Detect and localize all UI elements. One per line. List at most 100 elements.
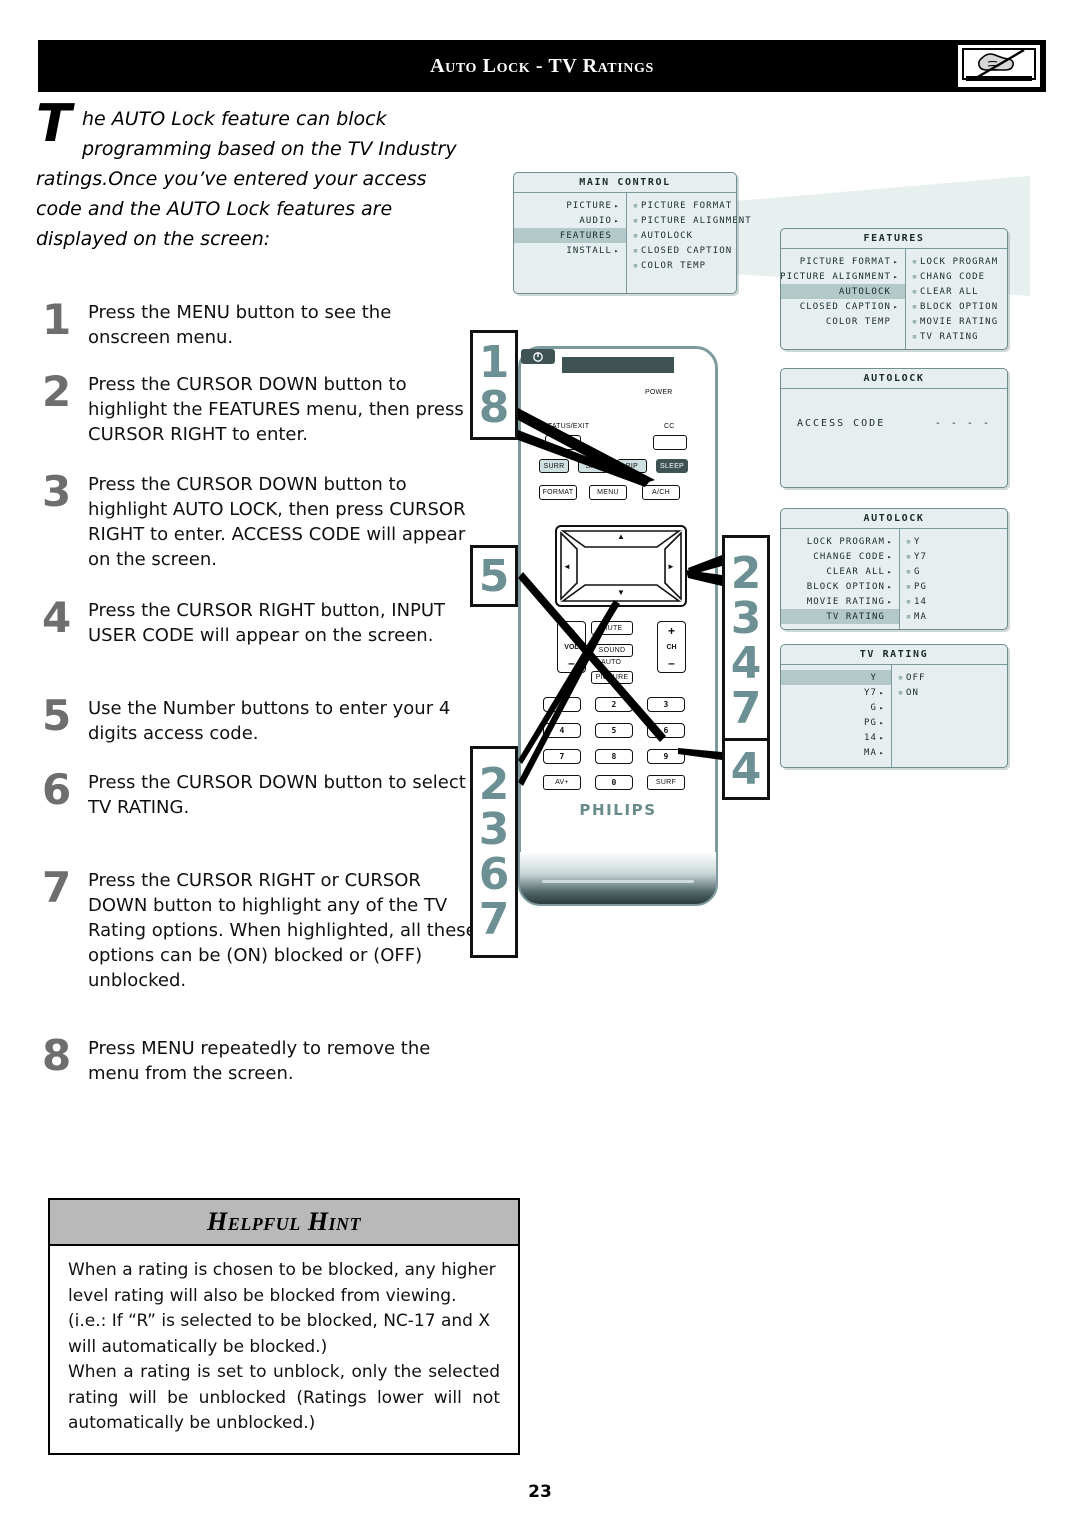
rating-option-y[interactable]: ▪ Y: [900, 534, 1007, 549]
keypad-6[interactable]: 6: [647, 723, 685, 738]
submenu-item-chang-code[interactable]: ▪ CHANG CODE: [906, 269, 1007, 284]
menu-item-change-code[interactable]: CHANGE CODE ▸: [781, 549, 899, 564]
block-option-off[interactable]: ▪ OFF: [892, 670, 1007, 685]
menu-item-install[interactable]: INSTALL ▸: [514, 243, 626, 258]
submenu-item-autolock[interactable]: ▪ AUTOLOCK: [627, 228, 756, 243]
submenu-item-movie-rating[interactable]: ▪ MOVIE RATING: [906, 314, 1007, 329]
submenu-item-lock-program[interactable]: ▪ LOCK PROGRAM: [906, 254, 1007, 269]
picture-button[interactable]: PICTURE: [591, 671, 633, 684]
menu-item-audio[interactable]: AUDIO ▸: [514, 213, 626, 228]
chevron-right-icon: ▸: [893, 302, 899, 311]
step-7-text: Press the CURSOR RIGHT or CURSOR DOWN bu…: [88, 870, 477, 991]
sleep-button[interactable]: SLEEP: [656, 459, 688, 473]
volume-plus[interactable]: +: [568, 624, 575, 638]
surr-button[interactable]: SURR: [539, 459, 569, 473]
channel-rocker[interactable]: + CH –: [657, 621, 686, 673]
rating-option-pg[interactable]: ▪ PG: [900, 579, 1007, 594]
bullet-icon: ▪: [911, 286, 919, 297]
osd-features: FEATURES PICTURE FORMAT ▸ PICTURE ALIGNME…: [780, 228, 1008, 350]
page-number: 23: [528, 1482, 552, 1502]
menu-button[interactable]: MENU: [589, 485, 627, 500]
surf-button[interactable]: SURF: [647, 775, 685, 790]
rating-option-g[interactable]: ▪ G: [900, 564, 1007, 579]
menu-item-features[interactable]: FEATURES: [514, 228, 626, 243]
step-2-number: 2: [42, 367, 72, 416]
menu-item-picture-alignment[interactable]: PICTURE ALIGNMENT ▸: [780, 269, 905, 284]
keypad-4[interactable]: 4: [543, 723, 581, 738]
sap-button[interactable]: SAP: [578, 459, 608, 473]
volume-minus[interactable]: –: [568, 656, 575, 670]
rating-option-14[interactable]: ▪ 14: [900, 594, 1007, 609]
volume-rocker[interactable]: + VOL –: [557, 621, 586, 673]
auto-label: AUTO: [601, 659, 622, 666]
mute-button[interactable]: MUTE: [591, 621, 633, 635]
keypad-9[interactable]: 9: [647, 749, 685, 764]
submenu-item-clear-all[interactable]: ▪ CLEAR ALL: [906, 284, 1007, 299]
keypad-3[interactable]: 3: [647, 697, 685, 712]
cursor-down-icon[interactable]: ▼: [617, 589, 625, 597]
cc-button[interactable]: [653, 435, 687, 450]
osd-autolock: AUTOLOCK LOCK PROGRAM ▸ CHANGE CODE ▸ CLEA…: [780, 508, 1008, 630]
menu-item-color-temp[interactable]: COLOR TEMP: [781, 314, 905, 329]
channel-plus[interactable]: +: [668, 624, 675, 638]
osd-main-control-right-column: ▪ PICTURE FORMAT ▪ PICTURE ALIGNMENT ▪ AUTO…: [626, 193, 756, 293]
tv-rating-item-14[interactable]: 14 ▸: [781, 730, 891, 745]
submenu-item-block-option[interactable]: ▪ BLOCK OPTION: [906, 299, 1007, 314]
submenu-item-closed-caption[interactable]: ▪ CLOSED CAPTION: [627, 243, 756, 258]
submenu-item-color-temp[interactable]: ▪ COLOR TEMP: [627, 258, 756, 273]
keypad-8[interactable]: 8: [595, 749, 633, 764]
cursor-dpad[interactable]: ▲ ▼ ◄ ►: [555, 525, 687, 607]
menu-item-tv-rating[interactable]: TV RATING: [781, 609, 899, 624]
a-ch-button[interactable]: A/CH: [642, 485, 680, 500]
rating-option-y7[interactable]: ▪ Y7: [900, 549, 1007, 564]
submenu-item-tv-rating[interactable]: ▪ TV RATING: [906, 329, 1007, 344]
keypad-1[interactable]: 1: [543, 697, 581, 712]
av-plus-button[interactable]: AV+: [543, 775, 581, 790]
keypad-5[interactable]: 5: [595, 723, 633, 738]
callout-number: 3: [730, 593, 762, 644]
menu-item-lock-program[interactable]: LOCK PROGRAM ▸: [781, 534, 899, 549]
sound-button[interactable]: SOUND: [591, 644, 633, 657]
menu-item-autolock[interactable]: AUTOLOCK: [781, 284, 905, 299]
keypad-2[interactable]: 2: [595, 697, 633, 712]
tv-rating-item-g[interactable]: G ▸: [781, 700, 891, 715]
cursor-left-icon[interactable]: ◄: [563, 563, 571, 571]
format-button[interactable]: FORMAT: [539, 485, 577, 500]
menu-item-picture[interactable]: PICTURE ▸: [514, 198, 626, 213]
step-8-number: 8: [42, 1031, 72, 1080]
intro-rest: ratings.Once you’ve entered your access …: [36, 168, 427, 250]
osd-tv-rating-right-column: ▪ OFF ▪ ON: [891, 665, 1007, 767]
tv-rating-item-ma[interactable]: MA ▸: [781, 745, 891, 760]
submenu-item-picture-alignment[interactable]: ▪ PICTURE ALIGNMENT: [627, 213, 756, 228]
step-7-number: 7: [42, 863, 72, 912]
step-3-number: 3: [42, 467, 72, 516]
status-exit-button[interactable]: [545, 435, 581, 450]
cc-label: CC: [664, 423, 675, 430]
pip-button[interactable]: PIP: [617, 459, 647, 473]
power-label: POWER: [645, 389, 673, 396]
power-button[interactable]: [521, 349, 555, 364]
osd-features-left-column: PICTURE FORMAT ▸ PICTURE ALIGNMENT ▸ AUTOL…: [780, 249, 905, 349]
menu-item-clear-all[interactable]: CLEAR ALL ▸: [781, 564, 899, 579]
keypad-0[interactable]: 0: [595, 775, 633, 790]
chevron-right-icon: ▸: [887, 567, 893, 576]
block-option-on[interactable]: ▪ ON: [892, 685, 1007, 700]
tv-rating-item-y[interactable]: Y: [781, 670, 891, 685]
submenu-item-picture-format[interactable]: ▪ PICTURE FORMAT: [627, 198, 756, 213]
cursor-up-icon[interactable]: ▲: [617, 533, 625, 541]
callout-number: 7: [730, 683, 762, 734]
menu-item-closed-caption[interactable]: CLOSED CAPTION ▸: [781, 299, 905, 314]
menu-item-picture-format[interactable]: PICTURE FORMAT ▸: [781, 254, 905, 269]
volume-label: VOL: [564, 643, 579, 651]
channel-minus[interactable]: –: [668, 656, 675, 670]
tv-rating-item-pg[interactable]: PG ▸: [781, 715, 891, 730]
access-code-row[interactable]: ACCESS CODE - - - -: [781, 415, 1007, 431]
menu-item-movie-rating[interactable]: MOVIE RATING ▸: [781, 594, 899, 609]
cursor-right-icon[interactable]: ►: [667, 563, 675, 571]
bullet-icon: ▪: [911, 271, 919, 282]
step-5-text: Use the Number buttons to enter your 4 d…: [88, 698, 451, 744]
rating-option-ma[interactable]: ▪ MA: [900, 609, 1007, 624]
menu-item-block-option[interactable]: BLOCK OPTION ▸: [781, 579, 899, 594]
keypad-7[interactable]: 7: [543, 749, 581, 764]
tv-rating-item-y7[interactable]: Y7 ▸: [781, 685, 891, 700]
